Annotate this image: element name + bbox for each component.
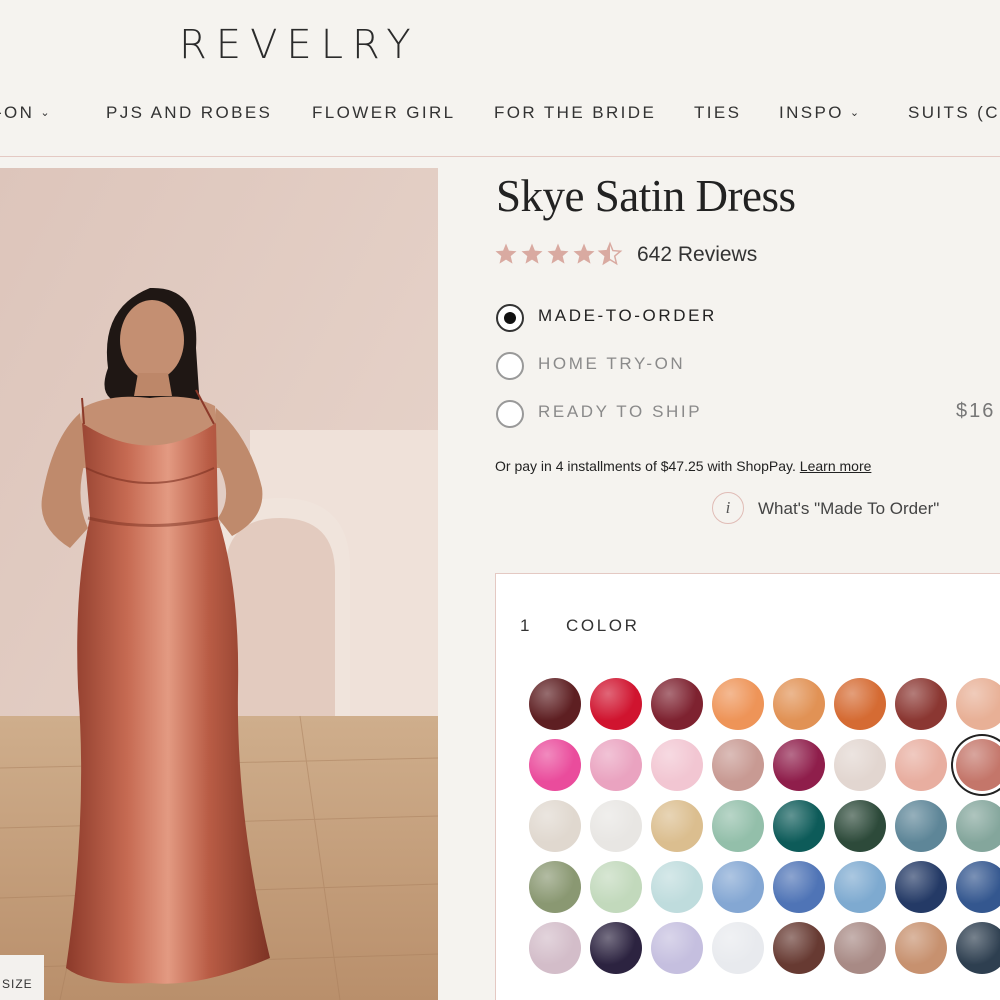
color-swatch[interactable] — [834, 800, 886, 852]
color-swatch[interactable] — [651, 678, 703, 730]
option-made-to-order[interactable]: MADE-TO-ORDER — [496, 304, 1000, 334]
star-rating-icons — [495, 242, 622, 265]
color-swatch[interactable] — [956, 922, 1000, 974]
color-swatch[interactable] — [956, 861, 1000, 913]
nav-item-label: INSPO — [779, 103, 844, 122]
color-swatch[interactable] — [895, 800, 947, 852]
color-swatch[interactable] — [712, 800, 764, 852]
nav-item-inspo[interactable]: INSPO ⌄ — [779, 103, 862, 123]
product-photo-illustration — [0, 168, 438, 1000]
nav-item-for-the-bride[interactable]: FOR THE BRIDE — [494, 103, 656, 123]
option-label: READY TO SHIP — [538, 402, 703, 421]
color-swatch[interactable] — [529, 861, 581, 913]
star-icon — [547, 243, 569, 264]
nav-item-label: FOR THE BRIDE — [494, 103, 657, 122]
reviews-link[interactable]: 642 Reviews — [637, 243, 757, 267]
color-swatch[interactable] — [651, 800, 703, 852]
nav-item-suits[interactable]: SUITS (CO — [908, 103, 1000, 123]
color-swatch[interactable] — [590, 861, 642, 913]
site-header: REVELRY -ON ⌄ PJS AND ROBES FLOWER GIRL F… — [0, 0, 1000, 157]
radio-made-to-order[interactable] — [496, 304, 524, 332]
option-ready-to-ship[interactable]: READY TO SHIP $16 — [496, 400, 1000, 430]
color-swatch[interactable] — [712, 678, 764, 730]
color-swatch[interactable] — [773, 678, 825, 730]
color-swatch[interactable] — [651, 922, 703, 974]
nav-item-label: TIES — [694, 103, 742, 122]
learn-more-link[interactable]: Learn more — [800, 458, 872, 474]
color-swatch[interactable] — [590, 800, 642, 852]
color-swatch[interactable] — [773, 922, 825, 974]
color-swatch[interactable] — [956, 800, 1000, 852]
size-tag[interactable]: SIZE — [0, 955, 44, 1000]
option-label: MADE-TO-ORDER — [538, 306, 717, 325]
color-swatch[interactable] — [773, 861, 825, 913]
star-icon — [495, 243, 517, 264]
nav-item-ties[interactable]: TIES — [694, 103, 741, 123]
color-swatch[interactable] — [529, 678, 581, 730]
color-swatch[interactable] — [834, 739, 886, 791]
step-number: 1 — [520, 616, 530, 635]
product-title: Skye Satin Dress — [496, 171, 796, 221]
color-swatch[interactable] — [712, 861, 764, 913]
color-swatch[interactable] — [712, 739, 764, 791]
installments-note: Or pay in 4 installments of $47.25 with … — [495, 458, 871, 474]
color-swatch[interactable] — [529, 800, 581, 852]
product-photo[interactable]: SIZE — [0, 168, 438, 1000]
color-swatch[interactable] — [773, 739, 825, 791]
nav-item-pjs-and-robes[interactable]: PJS AND ROBES — [106, 103, 272, 123]
info-icon[interactable]: i — [712, 492, 744, 524]
color-swatch[interactable] — [773, 800, 825, 852]
color-swatch[interactable] — [590, 739, 642, 791]
nav-item-flower-girl[interactable]: FLOWER GIRL — [312, 103, 456, 123]
color-swatch[interactable] — [834, 678, 886, 730]
color-swatch[interactable] — [590, 678, 642, 730]
radio-home-try-on[interactable] — [496, 352, 524, 380]
step-label: COLOR — [566, 616, 640, 635]
color-swatch[interactable] — [529, 922, 581, 974]
radio-ready-to-ship[interactable] — [496, 400, 524, 428]
color-swatch[interactable] — [895, 922, 947, 974]
color-swatch[interactable] — [895, 739, 947, 791]
chevron-down-icon: ⌄ — [40, 107, 52, 119]
nav-item-label: PJS AND ROBES — [106, 103, 273, 122]
color-swatch[interactable] — [895, 861, 947, 913]
option-label: HOME TRY-ON — [538, 354, 686, 373]
color-swatch[interactable] — [529, 739, 581, 791]
nav-item-home-try-on[interactable]: -ON ⌄ — [0, 103, 52, 123]
color-swatch[interactable] — [712, 922, 764, 974]
color-swatch[interactable] — [834, 922, 886, 974]
star-rating[interactable] — [494, 240, 626, 270]
color-swatch[interactable] — [651, 861, 703, 913]
nav-item-label: FLOWER GIRL — [312, 103, 456, 122]
option-home-try-on[interactable]: HOME TRY-ON — [496, 352, 1000, 382]
nav-item-label: SUITS (CO — [908, 103, 1000, 122]
brand-logo[interactable]: REVELRY — [179, 22, 420, 68]
color-swatch[interactable] — [651, 739, 703, 791]
star-icon — [521, 243, 543, 264]
color-swatch[interactable] — [590, 922, 642, 974]
installments-text: Or pay in 4 installments of $47.25 with … — [495, 458, 796, 474]
color-swatch[interactable] — [956, 739, 1000, 791]
chevron-down-icon: ⌄ — [849, 107, 862, 119]
option-price: $16 — [956, 400, 996, 422]
color-swatch[interactable] — [834, 861, 886, 913]
main-nav: -ON ⌄ PJS AND ROBES FLOWER GIRL FOR THE B… — [0, 103, 1000, 127]
star-icon — [573, 243, 595, 264]
color-swatch[interactable] — [956, 678, 1000, 730]
nav-item-label: -ON — [0, 103, 35, 122]
made-to-order-info-link[interactable]: What's "Made To Order" — [758, 499, 939, 519]
color-swatch[interactable] — [895, 678, 947, 730]
color-selector-panel: 1 COLOR — [495, 573, 1000, 1000]
